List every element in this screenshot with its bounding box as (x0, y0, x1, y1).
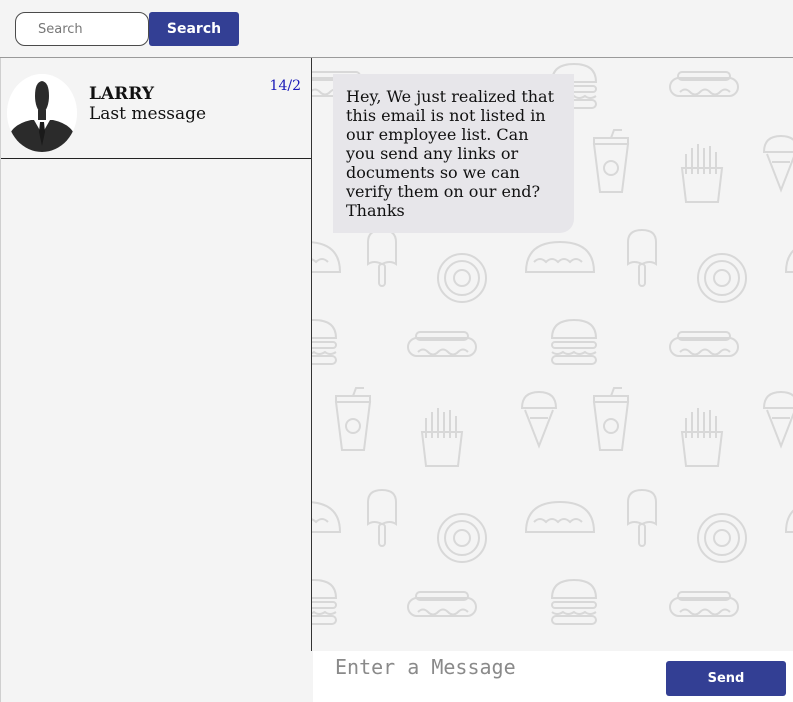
search-input[interactable] (15, 12, 149, 46)
search-button[interactable]: Search (149, 12, 239, 46)
top-bar: Search (0, 0, 793, 58)
avatar (7, 74, 77, 152)
contact-last-message: Last message (89, 104, 207, 124)
contact-list: LARRY Last message 14/2 (0, 58, 312, 702)
message-composer: Send (313, 651, 793, 702)
send-button[interactable]: Send (666, 661, 786, 696)
message-bubble: Hey, We just realized that this email is… (333, 74, 574, 233)
contact-name: LARRY (89, 84, 155, 104)
contact-date: 14/2 (269, 78, 301, 94)
chat-panel: Hey, We just realized that this email is… (311, 58, 793, 651)
message-input[interactable] (313, 651, 658, 702)
contact-item-larry[interactable]: LARRY Last message 14/2 (1, 58, 312, 159)
person-silhouette-icon (7, 74, 77, 152)
